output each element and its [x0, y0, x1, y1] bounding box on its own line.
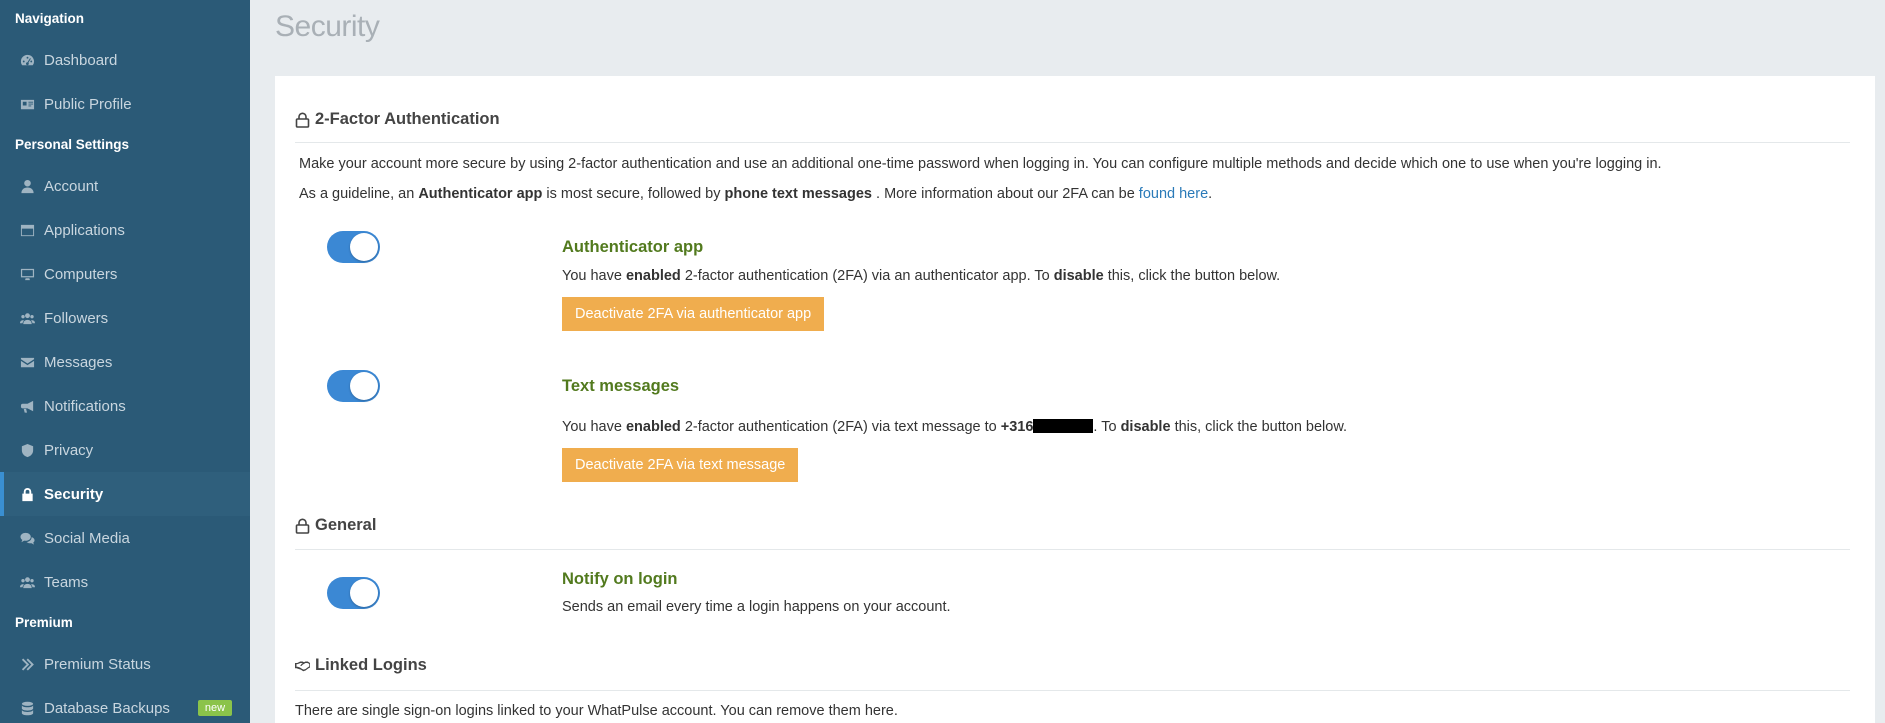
desc-strong-disable: disable	[1120, 419, 1171, 435]
notify-login-title: Notify on login	[562, 570, 678, 588]
users-icon	[19, 574, 35, 590]
lock-icon	[19, 486, 35, 502]
lock-icon	[295, 112, 310, 128]
sidebar-item-applications[interactable]: Applications	[0, 208, 250, 252]
sidebar-item-label: Social Media	[44, 529, 130, 547]
shield-icon	[19, 442, 35, 458]
sidebar-heading-navigation: Navigation	[15, 11, 85, 26]
sidebar-item-label: Messages	[44, 353, 113, 371]
desc-text: this, click the button below.	[1174, 419, 1348, 435]
sidebar-heading-premium: Premium	[15, 615, 73, 630]
found-here-link[interactable]: found here	[1139, 186, 1208, 202]
desc-text: this, click the button below.	[1107, 268, 1281, 284]
sidebar-item-security[interactable]: Security	[0, 472, 250, 516]
sidebar-item-database-backups[interactable]: Database Backups new	[0, 686, 250, 723]
section-heading-linked-logins: Linked Logins	[295, 656, 427, 675]
twofa-intro: Make your account more secure by using 2…	[299, 156, 1662, 172]
desc-strong-enabled: enabled	[625, 268, 681, 284]
phone-number: +316	[1000, 419, 1034, 435]
sidebar-item-public-profile[interactable]: Public Profile	[0, 82, 250, 126]
sidebar-item-label: Notifications	[44, 397, 126, 415]
sidebar-item-label: Followers	[44, 309, 109, 327]
toggle-knob	[350, 372, 378, 400]
section-divider	[295, 142, 1850, 143]
desc-text: You have	[562, 268, 622, 284]
desc-strong-enabled: enabled	[625, 419, 681, 435]
security-card: 2-Factor Authentication Make your accoun…	[275, 76, 1875, 723]
deactivate-authenticator-button[interactable]: Deactivate 2FA via authenticator app	[562, 297, 825, 331]
authenticator-description: You have enabled 2-factor authentication…	[562, 268, 1280, 284]
sidebar-item-label: Security	[44, 485, 104, 503]
sidebar-item-notifications[interactable]: Notifications	[0, 384, 250, 428]
sidebar-item-followers[interactable]: Followers	[0, 296, 250, 340]
window-icon	[19, 222, 35, 238]
sidebar-item-label: Teams	[44, 573, 89, 591]
section-heading-label: 2-Factor Authentication	[315, 110, 500, 128]
sidebar-item-premium-status[interactable]: Premium Status	[0, 642, 250, 686]
authenticator-toggle[interactable]	[327, 231, 380, 263]
lock-icon	[295, 518, 310, 534]
section-heading-label: Linked Logins	[315, 656, 427, 674]
sidebar-item-label: Computers	[44, 265, 118, 283]
sidebar-item-account[interactable]: Account	[0, 164, 250, 208]
notify-login-toggle[interactable]	[327, 577, 380, 609]
sidebar-item-label: Account	[44, 177, 99, 195]
user-icon	[19, 178, 35, 194]
sms-title: Text messages	[562, 377, 680, 395]
handshake-icon	[295, 658, 310, 674]
users-icon	[19, 310, 35, 326]
sidebar-item-label: Privacy	[44, 441, 94, 459]
comments-icon	[19, 530, 35, 546]
desc-text: You have	[562, 419, 622, 435]
double-chevron-icon	[19, 656, 35, 672]
sidebar-item-label: Applications	[44, 221, 125, 239]
new-badge: new	[197, 700, 233, 716]
desc-text: . To	[1093, 419, 1117, 435]
sidebar-item-computers[interactable]: Computers	[0, 252, 250, 296]
section-heading-label: General	[315, 516, 377, 534]
guideline-strong-authenticator: Authenticator app	[418, 186, 543, 202]
guideline-text: .	[1208, 186, 1213, 202]
sidebar-item-social-media[interactable]: Social Media	[0, 516, 250, 560]
toggle-knob	[350, 233, 378, 261]
section-heading-2fa: 2-Factor Authentication	[295, 110, 500, 129]
sidebar-item-label: Premium Status	[44, 655, 151, 673]
page-title: Security	[275, 10, 380, 43]
linked-logins-description: There are single sign-on logins linked t…	[295, 703, 898, 719]
guideline-text: As a guideline, an	[299, 186, 415, 202]
sidebar-item-label: Dashboard	[44, 51, 118, 69]
sidebar-item-label: Database Backups	[44, 699, 170, 717]
megaphone-icon	[19, 398, 35, 414]
notify-login-description: Sends an email every time a login happen…	[562, 599, 951, 615]
desc-text: 2-factor authentication (2FA) via an aut…	[684, 268, 1050, 284]
envelope-icon	[19, 354, 35, 370]
sidebar-item-privacy[interactable]: Privacy	[0, 428, 250, 472]
gauge-icon	[19, 52, 35, 68]
redacted-phone-block	[1033, 419, 1094, 433]
section-divider	[295, 690, 1850, 691]
twofa-guideline: As a guideline, an Authenticator app is …	[299, 186, 1212, 202]
section-divider	[295, 549, 1850, 550]
sidebar-item-dashboard[interactable]: Dashboard	[0, 38, 250, 82]
section-heading-general: General	[295, 516, 376, 535]
main-content: Security 2-Factor Authentication Make yo…	[250, 0, 1885, 723]
sidebar-heading-personal-settings: Personal Settings	[15, 137, 130, 152]
sidebar-item-teams[interactable]: Teams	[0, 560, 250, 604]
id-card-icon	[19, 96, 35, 112]
sidebar: Navigation Dashboard Public Profile Pers…	[0, 0, 250, 723]
sms-description: You have enabled 2-factor authentication…	[562, 419, 1347, 435]
guideline-strong-sms: phone text messages	[724, 186, 872, 202]
sidebar-item-label: Public Profile	[44, 95, 132, 113]
guideline-text: . More information about our 2FA can be	[876, 186, 1135, 202]
authenticator-title: Authenticator app	[562, 238, 704, 256]
desc-strong-disable: disable	[1053, 268, 1104, 284]
sidebar-item-messages[interactable]: Messages	[0, 340, 250, 384]
guideline-text: is most secure, followed by	[546, 186, 721, 202]
toggle-knob	[350, 579, 378, 607]
sms-toggle[interactable]	[327, 370, 380, 402]
deactivate-sms-button[interactable]: Deactivate 2FA via text message	[562, 448, 799, 482]
desktop-icon	[19, 266, 35, 282]
desc-text: 2-factor authentication (2FA) via text m…	[684, 419, 997, 435]
database-icon	[19, 700, 35, 716]
